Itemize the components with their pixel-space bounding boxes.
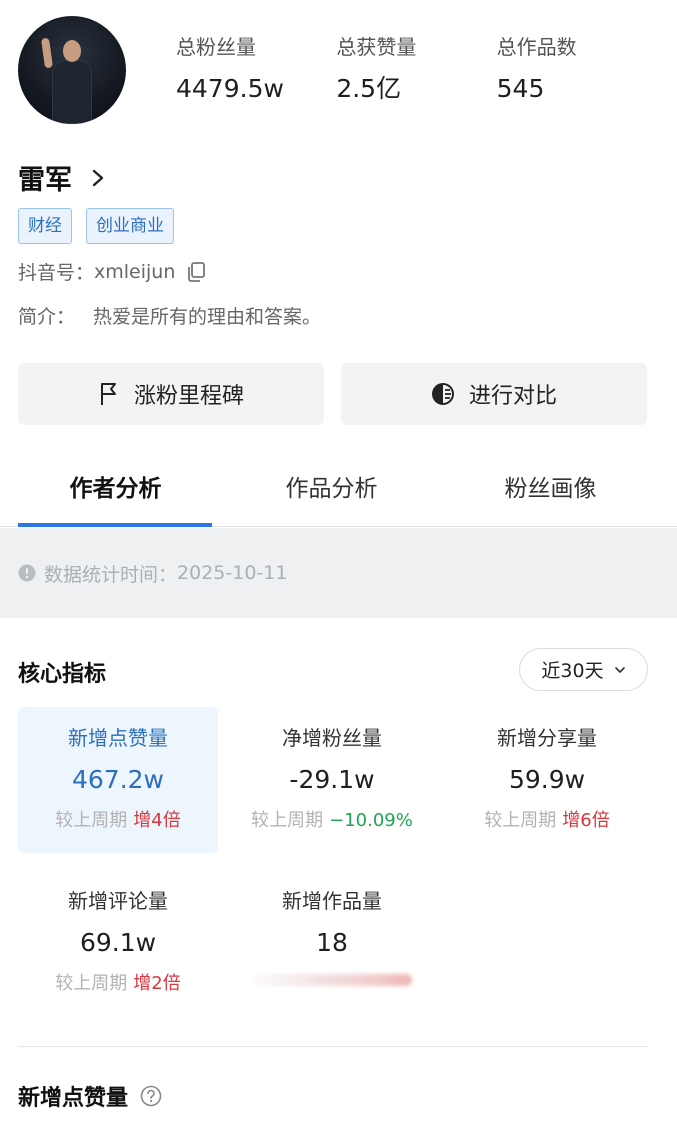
metric-value: 59.9w — [508, 765, 586, 794]
metric-label: 新增分享量 — [497, 726, 597, 750]
new-likes-section-title: 新增点赞量 — [18, 1080, 162, 1112]
tab-author-analysis[interactable]: 作者分析 — [18, 469, 213, 503]
metric-value: 467.2w — [71, 765, 165, 794]
intro-label: 简介： — [18, 306, 76, 328]
stat-likes: 总获赞量 2.5亿 — [336, 34, 496, 104]
metric-compare-value: −10.09% — [329, 810, 413, 831]
section-title-text: 新增点赞量 — [18, 1086, 129, 1111]
metric-compare: 较上周期 增6倍 — [447, 809, 647, 833]
profile-tags: 财经 创业商业 — [18, 208, 174, 244]
compare-button[interactable]: 进行对比 — [341, 363, 647, 425]
metric-compare-label: 较上周期 — [55, 810, 128, 831]
stat-label: 总粉丝量 — [176, 35, 256, 59]
avatar[interactable] — [18, 16, 126, 124]
profile-name-row[interactable]: 雷军 — [18, 158, 108, 197]
douyin-id-row: 抖音号： xmleijun — [18, 258, 207, 285]
stat-value: 2.5亿 — [336, 74, 402, 103]
data-time-notice: 数据统计时间： 2025-10-11 — [0, 528, 677, 618]
active-tab-indicator — [18, 523, 212, 527]
milestone-button-label: 涨粉里程碑 — [133, 384, 244, 409]
period-select-value: 近30天 — [541, 660, 604, 682]
flag-icon — [100, 383, 116, 405]
metric-new-likes[interactable]: 新增点赞量 467.2w 较上周期 增4倍 — [18, 707, 218, 853]
chevron-down-icon — [614, 666, 625, 673]
metric-compare-label: 较上周期 — [251, 810, 324, 831]
compare-button-label: 进行对比 — [468, 384, 557, 409]
tag-business: 创业商业 — [86, 208, 174, 244]
metric-label: 新增点赞量 — [68, 726, 168, 750]
metric-value: -29.1w — [289, 765, 375, 794]
chevron-right-icon — [92, 169, 104, 186]
douyin-id-label: 抖音号： — [18, 262, 95, 284]
metric-compare-value: 增4倍 — [133, 810, 181, 831]
intro-text: 热爱是所有的理由和答案。 — [93, 306, 322, 328]
profile-stats: 总粉丝量 4479.5w 总获赞量 2.5亿 总作品数 545 — [176, 34, 657, 104]
avatar-figure-arm — [40, 37, 54, 69]
metric-compare: 较上周期 增4倍 — [18, 809, 218, 833]
metric-compare-value: 增2倍 — [133, 973, 181, 994]
section-divider — [18, 1046, 648, 1047]
douyin-id-value: xmleijun — [94, 260, 176, 283]
milestone-button[interactable]: 涨粉里程碑 — [18, 363, 324, 425]
avatar-figure-head — [63, 40, 81, 62]
stat-works: 总作品数 545 — [497, 34, 657, 104]
avatar-figure-body — [52, 60, 92, 124]
metric-compare: 较上周期 增2倍 — [18, 972, 218, 996]
info-icon — [18, 564, 36, 582]
compare-icon — [431, 383, 454, 405]
stat-value: 4479.5w — [176, 74, 284, 103]
metric-compare-value: 增6倍 — [562, 810, 610, 831]
notice-label: 数据统计时间： — [44, 563, 178, 586]
metric-new-comments[interactable]: 新增评论量 69.1w 较上周期 增2倍 — [18, 870, 218, 996]
metric-compare-label: 较上周期 — [484, 810, 557, 831]
metric-net-followers[interactable]: 净增粉丝量 -29.1w 较上周期 −10.09% — [232, 707, 432, 833]
metric-label: 新增评论量 — [68, 889, 168, 913]
metric-label: 净增粉丝量 — [282, 726, 382, 750]
metric-new-works[interactable]: 新增作品量 18 — [232, 870, 432, 986]
profile-name: 雷军 — [18, 165, 72, 196]
notice-date: 2025-10-11 — [177, 562, 288, 584]
stat-value: 545 — [496, 74, 545, 103]
tag-finance: 财经 — [18, 208, 72, 244]
metric-value: 69.1w — [79, 928, 157, 957]
core-metrics-title: 核心指标 — [18, 662, 107, 687]
stat-label: 总作品数 — [496, 35, 577, 59]
profile-intro: 简介： 热爱是所有的理由和答案。 — [18, 302, 321, 329]
metric-compare-label: 较上周期 — [55, 973, 128, 994]
metric-new-shares[interactable]: 新增分享量 59.9w 较上周期 增6倍 — [447, 707, 647, 833]
help-icon[interactable] — [140, 1085, 162, 1107]
stat-followers: 总粉丝量 4479.5w — [176, 34, 336, 104]
metric-compare: 较上周期 −10.09% — [232, 809, 432, 833]
copy-icon[interactable] — [185, 261, 207, 283]
blurred-compare — [252, 974, 412, 986]
metric-value: 18 — [316, 928, 348, 957]
tab-works-analysis[interactable]: 作品分析 — [234, 469, 429, 503]
period-select[interactable]: 近30天 — [519, 648, 648, 691]
stat-label: 总获赞量 — [336, 35, 417, 59]
metric-label: 新增作品量 — [282, 889, 382, 913]
tab-fans-profile[interactable]: 粉丝画像 — [453, 469, 648, 503]
analysis-tabs: 作者分析 作品分析 粉丝画像 — [0, 455, 677, 527]
